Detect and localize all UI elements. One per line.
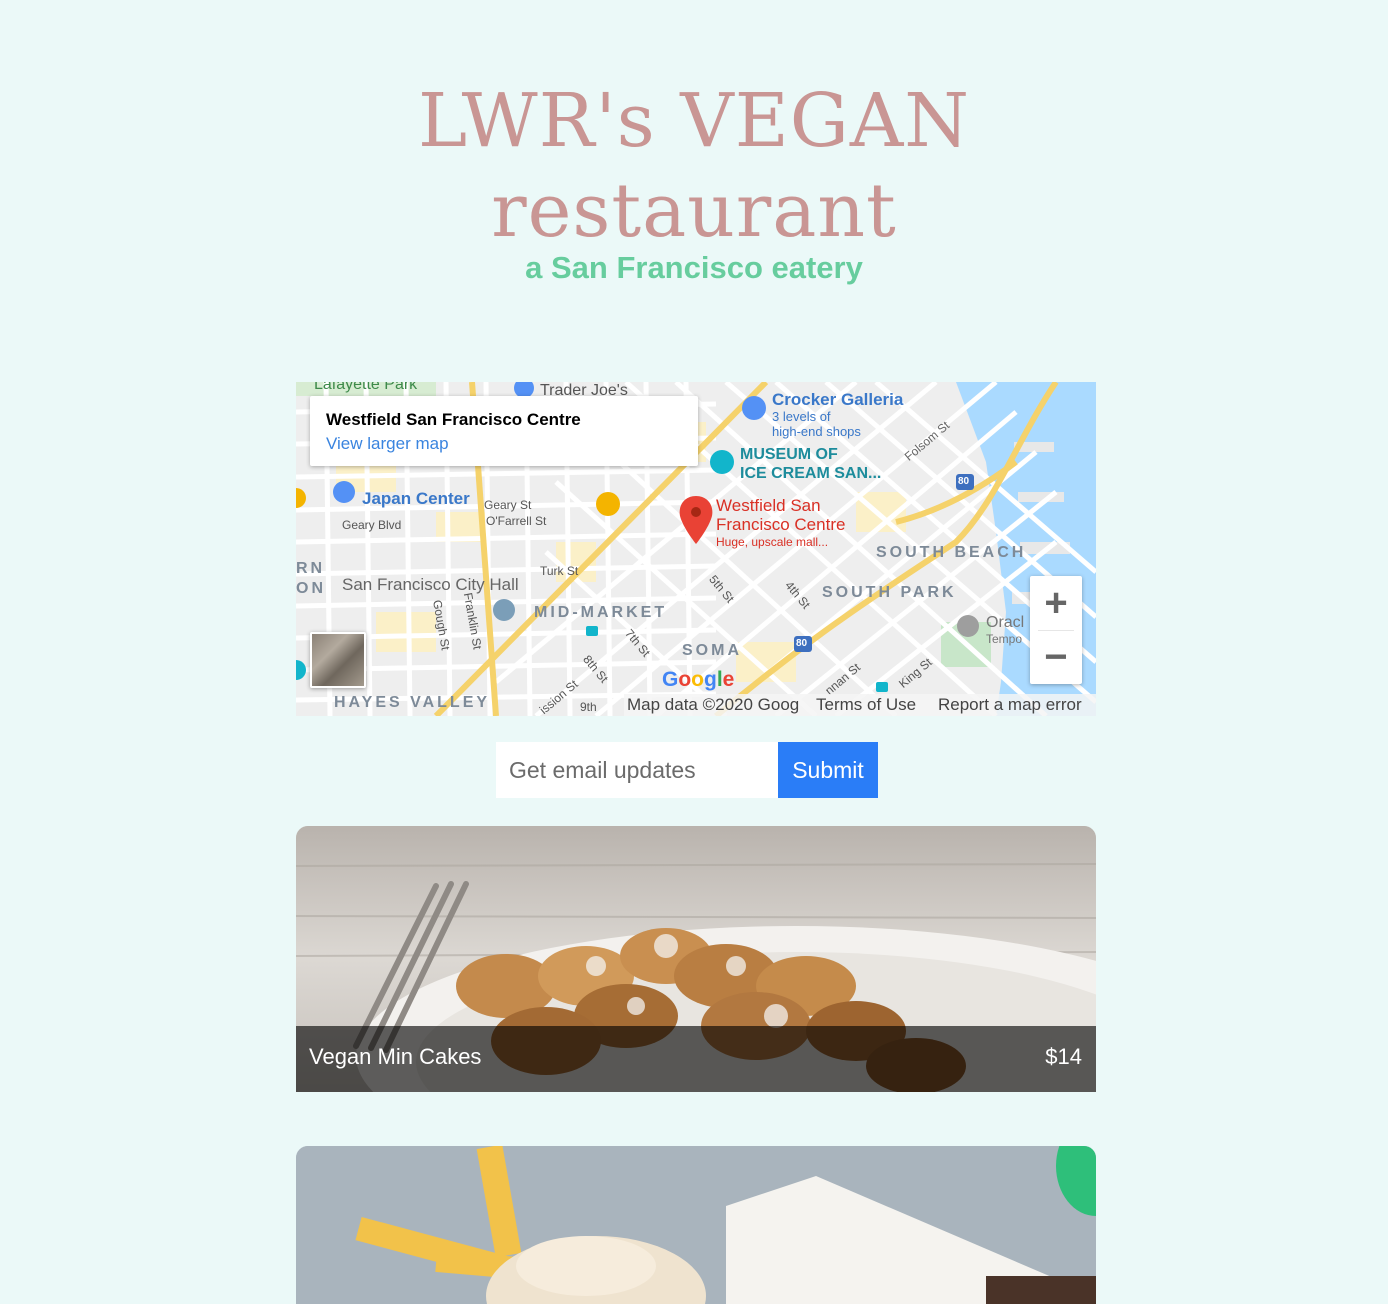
submit-button[interactable]: Submit xyxy=(778,742,878,798)
map-label-rn: RN xyxy=(296,560,326,577)
map-label-on: ON xyxy=(296,580,326,597)
page: LWR's VEGAN restaurant a San Francisco e… xyxy=(0,0,1388,1304)
map-marker-title2: Francisco Centre xyxy=(716,515,846,534)
terms-of-use-link[interactable]: Terms of Use xyxy=(816,694,916,716)
menu-item-price: $14 xyxy=(1045,1044,1082,1069)
map-footer: Map data ©2020 Goog Terms of Use Report … xyxy=(624,694,1096,716)
zoom-out-button[interactable]: − xyxy=(1030,630,1082,684)
map-label-south-park: SOUTH PARK xyxy=(822,584,957,601)
menu-item-photo xyxy=(296,1146,1096,1304)
view-larger-map-link[interactable]: View larger map xyxy=(326,434,449,454)
map-label-oracle: Oracl xyxy=(986,614,1025,631)
map-label-9th: 9th xyxy=(580,700,597,714)
map-label-i80: 80 xyxy=(958,476,970,487)
map-marker-title1: Westfield San xyxy=(716,496,821,515)
menu-item-caption: Vegan Min Cakes $14 xyxy=(296,1026,1096,1092)
map-label-oracle2: Tempo xyxy=(986,632,1023,646)
map-label-soma: SOMA xyxy=(682,642,742,659)
map-label-japan-center: Japan Center xyxy=(362,489,470,508)
email-input[interactable] xyxy=(496,742,778,798)
map-label-i80b: 80 xyxy=(796,638,808,649)
map-label-museum2: ICE CREAM SAN... xyxy=(740,465,882,482)
page-subtitle: a San Francisco eatery xyxy=(525,250,863,285)
google-logo: Google xyxy=(662,668,735,691)
map-marker-desc: Huge, upscale mall... xyxy=(716,535,829,549)
title-line-1: LWR's VEGAN xyxy=(417,78,971,164)
menu-item-name: Vegan Min Cakes xyxy=(309,1044,482,1069)
report-map-error-link[interactable]: Report a map error xyxy=(938,694,1082,716)
menu-card[interactable]: Vegan Min Cakes $14 xyxy=(296,826,1096,1092)
zoom-controls: + − xyxy=(1030,576,1082,684)
map-label-museum1: MUSEUM OF xyxy=(740,446,838,463)
satellite-toggle[interactable] xyxy=(310,632,366,688)
zoom-in-button[interactable]: + xyxy=(1030,576,1082,630)
map-label-crocker: Crocker Galleria xyxy=(772,390,904,409)
page-title: LWR's VEGAN restaurant xyxy=(0,76,1388,256)
map-label-geary-blvd: Geary Blvd xyxy=(342,518,402,532)
map-label-crocker-desc2: high-end shops xyxy=(772,424,861,439)
map-data-attribution: Map data ©2020 Goog xyxy=(627,695,800,714)
map-place-card: Westfield San Francisco Centre View larg… xyxy=(310,396,698,466)
map-label-south-beach: SOUTH BEACH xyxy=(876,544,1027,561)
map-embed[interactable]: Lafayette Park Trader Joe's Crocker Gall… xyxy=(296,382,1096,716)
map-label-lafayette: Lafayette Park xyxy=(314,382,418,393)
map-label-turk: Turk St xyxy=(540,564,579,578)
map-label-hayes: HAYES VALLEY xyxy=(334,694,491,711)
menu-card[interactable] xyxy=(296,1146,1096,1304)
map-label-ofarrell: O'Farrell St xyxy=(486,514,547,528)
place-name: Westfield San Francisco Centre xyxy=(326,410,581,429)
map-label-mid-market: MID-MARKET xyxy=(534,604,668,621)
map-label-geary-st: Geary St xyxy=(484,498,532,512)
title-line-2: restaurant xyxy=(491,168,897,254)
map-label-city-hall: San Francisco City Hall xyxy=(342,575,519,594)
map-label-crocker-desc1: 3 levels of xyxy=(772,409,831,424)
